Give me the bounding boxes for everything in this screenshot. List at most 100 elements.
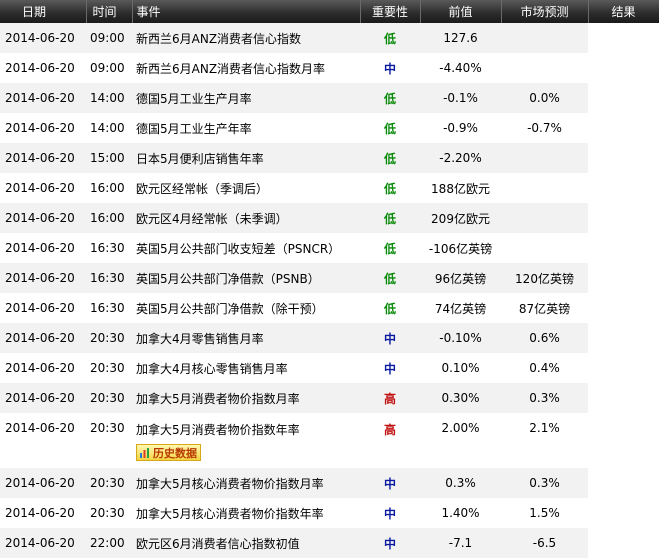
forecast-text: 2.1% bbox=[529, 421, 560, 435]
time-text: 20:30 bbox=[90, 476, 125, 490]
time-text: 20:30 bbox=[90, 506, 125, 520]
previous-text: 0.30% bbox=[441, 391, 480, 405]
importance-cell: 中 bbox=[360, 498, 420, 528]
event-text: 欧元区4月经常帐（未季调） bbox=[136, 211, 288, 226]
time-cell: 16:30 bbox=[86, 293, 132, 323]
table-row: 2014-06-20 14:00 德国5月工业生产年率 低 -0.9% -0.7% bbox=[0, 113, 659, 143]
date-cell: 2014-06-20 bbox=[0, 498, 86, 528]
event-cell: 加拿大4月核心零售销售月率 bbox=[132, 353, 360, 383]
forecast-text: -6.5 bbox=[532, 536, 557, 550]
importance-badge: 低 bbox=[383, 31, 396, 46]
forecast-cell: 120亿英镑 bbox=[501, 263, 588, 293]
previous-text: -7.1 bbox=[448, 536, 473, 550]
history-data-label: 历史数据 bbox=[153, 446, 197, 460]
event-cell: 加拿大5月核心消费者物价指数年率 bbox=[132, 498, 360, 528]
event-cell: 英国5月公共部门收支短差（PSNCR） bbox=[132, 233, 360, 263]
previous-text: 1.40% bbox=[441, 506, 480, 520]
previous-text: 96亿英镑 bbox=[434, 271, 487, 286]
importance-cell: 低 bbox=[360, 143, 420, 173]
date-text: 2014-06-20 bbox=[5, 61, 75, 75]
importance-badge: 低 bbox=[383, 181, 396, 196]
result-cell bbox=[588, 383, 659, 413]
result-cell bbox=[588, 528, 659, 558]
time-cell: 20:30 bbox=[86, 413, 132, 468]
table-row: 2014-06-20 20:30 加拿大4月零售销售月率 中 -0.10% 0.6% bbox=[0, 323, 659, 353]
time-text: 20:30 bbox=[90, 421, 125, 435]
time-text: 14:00 bbox=[90, 91, 125, 105]
importance-badge: 低 bbox=[383, 301, 396, 316]
date-cell: 2014-06-20 bbox=[0, 53, 86, 83]
header-forecast: 市场预测 bbox=[501, 0, 589, 23]
time-cell: 20:30 bbox=[86, 498, 132, 528]
date-text: 2014-06-20 bbox=[5, 301, 75, 315]
importance-badge: 中 bbox=[383, 331, 396, 346]
importance-badge: 中 bbox=[383, 61, 396, 76]
date-text: 2014-06-20 bbox=[5, 181, 75, 195]
previous-cell: 1.40% bbox=[420, 498, 501, 528]
date-text: 2014-06-20 bbox=[5, 331, 75, 345]
table-row: 2014-06-20 09:00 新西兰6月ANZ消费者信心指数月率 中 -4.40% bbox=[0, 53, 659, 83]
event-text: 加拿大4月零售销售月率 bbox=[136, 331, 264, 346]
date-cell: 2014-06-20 bbox=[0, 293, 86, 323]
table-row: 2014-06-20 16:30 英国5月公共部门净借款（除干预） 低 74亿英镑 87亿… bbox=[0, 293, 659, 323]
previous-cell: 127.6 bbox=[420, 23, 501, 53]
event-text: 英国5月公共部门净借款（除干预） bbox=[136, 301, 324, 316]
previous-text: -0.10% bbox=[439, 331, 482, 345]
date-cell: 2014-06-20 bbox=[0, 528, 86, 558]
forecast-cell: 1.5% bbox=[501, 498, 588, 528]
date-cell: 2014-06-20 bbox=[0, 143, 86, 173]
importance-cell: 高 bbox=[360, 383, 420, 413]
table-row: 2014-06-20 20:30 加拿大5月核心消费者物价指数月率 中 0.3% 0.3% bbox=[0, 468, 659, 498]
forecast-cell: 0.6% bbox=[501, 323, 588, 353]
event-text: 欧元区经常帐（季调后） bbox=[136, 181, 269, 196]
result-cell bbox=[588, 353, 659, 383]
table-row: 2014-06-20 16:00 欧元区经常帐（季调后） 低 188亿欧元 bbox=[0, 173, 659, 203]
event-cell: 欧元区4月经常帐（未季调） bbox=[132, 203, 360, 233]
result-cell bbox=[588, 143, 659, 173]
event-cell: 德国5月工业生产月率 bbox=[132, 83, 360, 113]
event-cell: 德国5月工业生产年率 bbox=[132, 113, 360, 143]
importance-badge: 低 bbox=[383, 211, 396, 226]
time-cell: 16:30 bbox=[86, 233, 132, 263]
previous-cell: 209亿欧元 bbox=[420, 203, 501, 233]
importance-cell: 低 bbox=[360, 113, 420, 143]
event-cell: 欧元区经常帐（季调后） bbox=[132, 173, 360, 203]
event-cell: 英国5月公共部门净借款（除干预） bbox=[132, 293, 360, 323]
previous-cell: 96亿英镑 bbox=[420, 263, 501, 293]
time-cell: 20:30 bbox=[86, 468, 132, 498]
importance-badge: 高 bbox=[383, 391, 396, 406]
previous-text: 127.6 bbox=[443, 31, 478, 45]
event-text: 加拿大5月消费者物价指数月率 bbox=[136, 391, 300, 406]
date-text: 2014-06-20 bbox=[5, 271, 75, 285]
date-cell: 2014-06-20 bbox=[0, 413, 86, 468]
date-cell: 2014-06-20 bbox=[0, 113, 86, 143]
time-cell: 15:00 bbox=[86, 143, 132, 173]
forecast-text: 0.6% bbox=[529, 331, 560, 345]
event-text: 欧元区6月消费者信心指数初值 bbox=[136, 536, 300, 551]
time-cell: 16:00 bbox=[86, 173, 132, 203]
forecast-cell bbox=[501, 233, 588, 263]
importance-badge: 中 bbox=[383, 476, 396, 491]
forecast-cell: 0.4% bbox=[501, 353, 588, 383]
time-text: 20:30 bbox=[90, 391, 125, 405]
table-row: 2014-06-20 20:30 加拿大5月消费者物价指数月率 高 0.30% 0.3% bbox=[0, 383, 659, 413]
history-data-button[interactable]: 历史数据 bbox=[136, 444, 201, 461]
header-importance: 重要性 bbox=[360, 0, 421, 23]
time-text: 14:00 bbox=[90, 121, 125, 135]
event-cell: 欧元区6月消费者信心指数初值 bbox=[132, 528, 360, 558]
event-text: 加拿大5月核心消费者物价指数月率 bbox=[136, 476, 324, 491]
date-text: 2014-06-20 bbox=[5, 476, 75, 490]
result-cell bbox=[588, 323, 659, 353]
previous-text: 2.00% bbox=[441, 421, 480, 435]
table-row: 2014-06-20 16:00 欧元区4月经常帐（未季调） 低 209亿欧元 bbox=[0, 203, 659, 233]
event-text: 加拿大5月核心消费者物价指数年率 bbox=[136, 506, 324, 521]
event-cell: 新西兰6月ANZ消费者信心指数 bbox=[132, 23, 360, 53]
event-cell: 加拿大5月消费者物价指数年率历史数据 bbox=[132, 413, 360, 468]
previous-cell: 74亿英镑 bbox=[420, 293, 501, 323]
time-text: 15:00 bbox=[90, 151, 125, 165]
result-cell bbox=[588, 203, 659, 233]
result-cell bbox=[588, 173, 659, 203]
time-cell: 09:00 bbox=[86, 23, 132, 53]
time-text: 16:30 bbox=[90, 301, 125, 315]
event-text: 加拿大5月消费者物价指数年率 bbox=[136, 423, 300, 437]
